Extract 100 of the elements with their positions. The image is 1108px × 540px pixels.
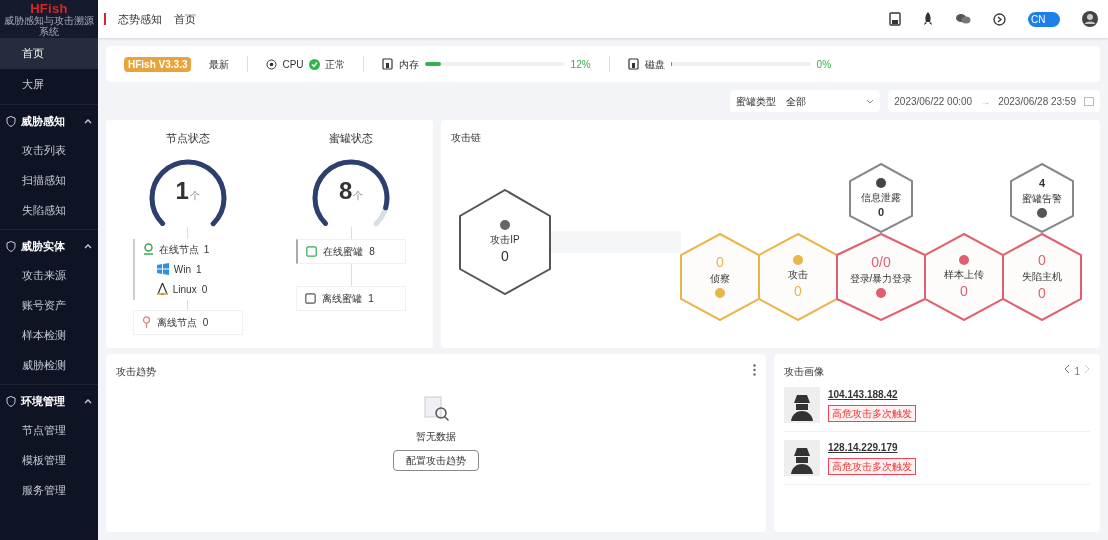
storage-icon (381, 58, 393, 70)
start-date: 2023/06/22 00:00 (894, 94, 973, 109)
more-icon[interactable] (753, 364, 756, 376)
gauge-unit: 个 (353, 188, 364, 203)
hex-label: 攻击 (788, 268, 808, 282)
hacker-avatar-icon (784, 440, 820, 476)
node-count: 1 (203, 242, 210, 257)
check-circle-icon (308, 58, 320, 70)
cpu-label: CPU (282, 57, 304, 72)
previous-icon[interactable] (1064, 364, 1071, 374)
node-label: 离线节点 (156, 315, 197, 330)
sidebar-item[interactable]: 大屏 (0, 69, 98, 100)
sidebar-item[interactable]: 模板管理 (0, 445, 98, 475)
sidebar-group[interactable]: 威胁感知 (0, 107, 98, 135)
hex-value: 0 (501, 249, 509, 263)
storage-icon (627, 58, 639, 70)
cpu-status: 正常 (324, 57, 345, 72)
hex-label: 登录/暴力登录 (849, 272, 913, 286)
hex-value: 0/0 (871, 255, 891, 269)
group-label: 环境管理 (21, 393, 66, 409)
logo-subtitle: 威胁感知与攻击溯源系统 (4, 14, 94, 37)
gauge-value: 1 (175, 178, 189, 203)
threat-tag: 高危攻击多次触发 (828, 458, 916, 475)
hex-value: 0 (960, 284, 968, 298)
sidebar-group[interactable]: 环境管理 (0, 387, 98, 415)
select-value: 全部 (786, 94, 808, 109)
node-label: 在线节点 (158, 242, 199, 257)
node-label: Win (173, 262, 191, 277)
type-select[interactable]: 蜜罐类型 全部 (730, 90, 881, 112)
avatar-icon[interactable] (1082, 11, 1098, 27)
card-title: 攻击趋势 (116, 365, 156, 379)
node-count: 1 (196, 262, 202, 277)
usage-reading: 12% (570, 57, 591, 72)
honeypot-count: 8 (369, 244, 375, 259)
version-note: 最新 (209, 57, 230, 72)
group-label: 威胁实体 (21, 238, 66, 254)
status-dot (500, 220, 510, 230)
honeypot-count: 1 (368, 291, 374, 306)
card-title: 蜜罐状态 (329, 131, 374, 146)
sidebar-item[interactable]: 失陷感知 (0, 195, 98, 225)
shield-icon (6, 115, 16, 127)
card-title: 攻击画像 (784, 365, 824, 379)
sidebar-item[interactable]: 账号资产 (0, 290, 98, 320)
hex-value: 0 (794, 284, 802, 298)
hexagon-outline (849, 162, 913, 233)
status-dot (959, 255, 969, 265)
sidebar-item[interactable]: 服务管理 (0, 475, 98, 505)
status-dot (793, 255, 803, 265)
honeypot-label: 离线蜜罐 (322, 291, 363, 306)
hexagon-outline (1010, 162, 1074, 233)
attacker-ip-link[interactable]: 128.14.229.179 (828, 440, 916, 455)
status-dot (715, 288, 725, 298)
arrow-circle-icon[interactable] (993, 12, 1006, 26)
sidebar-item[interactable]: 攻击来源 (0, 260, 98, 290)
hacker-avatar-icon (784, 387, 820, 423)
sidebar-item[interactable]: 扫描感知 (0, 165, 98, 195)
status-dot (876, 177, 886, 188)
hex-label: 失陷主机 (1022, 270, 1062, 284)
sidebar-item[interactable]: 威胁检测 (0, 350, 98, 380)
location-pin-icon (141, 316, 151, 328)
card-title: 攻击链 (451, 131, 482, 145)
date-range-field[interactable]: 2023/06/22 00:00 → 2023/06/28 23:59 (888, 90, 1100, 112)
gauge-unit: 个 (189, 188, 200, 203)
breadcrumb-item[interactable]: 首页 (174, 10, 196, 28)
honeypot-icon (306, 245, 318, 257)
hex-label: 蜜罐告警 (1022, 191, 1062, 206)
caret-icon (866, 98, 875, 104)
language-toggle[interactable]: CN (1028, 11, 1060, 27)
threat-tag: 高危攻击多次触发 (828, 405, 916, 422)
hex-value: 0 (1038, 253, 1046, 267)
windows-icon (156, 263, 169, 275)
node-count: 0 (201, 282, 208, 297)
empty-message: 暂无数据 (416, 430, 456, 444)
attacker-ip-link[interactable]: 104.143.188.42 (828, 387, 916, 402)
penguin-icon (156, 283, 168, 295)
sidebar-item[interactable]: 首页 (0, 38, 98, 69)
sidebar-item[interactable]: 节点管理 (0, 415, 98, 445)
hex-value: 0 (877, 206, 885, 218)
end-date: 2023/06/28 23:59 (998, 94, 1076, 109)
usage-label: 内存 (398, 57, 419, 72)
sidebar-item[interactable]: 样本检测 (0, 320, 98, 350)
node-label: Linux (172, 282, 197, 297)
configure-button[interactable]: 配置攻击趋势 (393, 450, 479, 471)
breadcrumb-item[interactable]: 态势感知 (118, 10, 162, 28)
version-badge: HFish V3.3.3 (124, 56, 192, 72)
chat-icon[interactable] (955, 13, 971, 25)
status-dot (876, 288, 886, 298)
shield-icon (6, 395, 16, 407)
honeypot-label: 在线蜜罐 (323, 244, 364, 259)
page-number: 1 (1074, 365, 1080, 379)
hex-label: 样本上传 (944, 268, 984, 282)
location-pin-icon (142, 243, 154, 255)
sidebar-item[interactable]: 攻击列表 (0, 135, 98, 165)
range-arrow: → (980, 94, 991, 109)
card-title: 节点状态 (165, 131, 210, 146)
gauge-value: 8 (339, 178, 353, 203)
status-dot (1037, 207, 1047, 218)
sidebar-group[interactable]: 威胁实体 (0, 232, 98, 260)
group-label: 威胁感知 (21, 113, 66, 129)
rocket-icon[interactable] (923, 12, 933, 26)
